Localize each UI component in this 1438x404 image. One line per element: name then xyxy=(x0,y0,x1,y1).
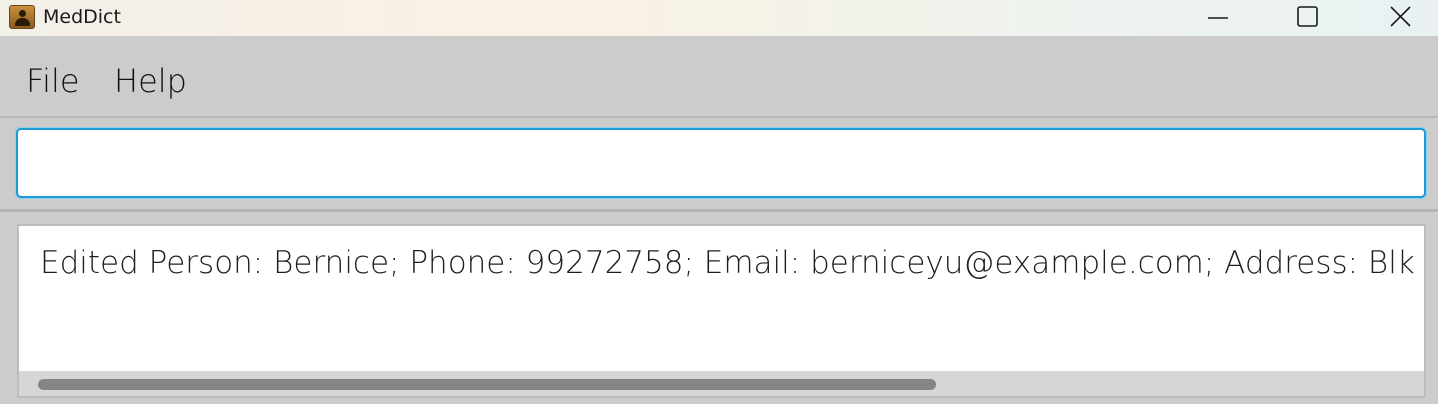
result-message: Edited Person: Bernice; Phone: 99272758;… xyxy=(40,245,1424,281)
menu-help[interactable]: Help xyxy=(114,61,187,101)
close-button[interactable] xyxy=(1346,0,1438,36)
result-display-area: Edited Person: Bernice; Phone: 99272758;… xyxy=(0,212,1438,404)
window-title: MedDict xyxy=(43,6,121,28)
command-input[interactable] xyxy=(16,128,1426,198)
title-bar: MedDict xyxy=(0,0,1438,36)
app-person-icon xyxy=(9,5,35,29)
close-icon xyxy=(1390,6,1411,27)
scrollbar-thumb[interactable] xyxy=(38,379,936,390)
minimize-icon xyxy=(1208,17,1228,19)
minimize-button[interactable] xyxy=(1172,0,1264,36)
maximize-button[interactable] xyxy=(1262,0,1354,36)
maximize-icon xyxy=(1297,6,1318,27)
command-box-area xyxy=(0,118,1438,210)
result-display[interactable]: Edited Person: Bernice; Phone: 99272758;… xyxy=(17,224,1426,398)
menu-file[interactable]: File xyxy=(26,61,80,101)
menu-bar: File Help xyxy=(0,45,1438,118)
horizontal-scrollbar[interactable] xyxy=(19,371,1424,396)
